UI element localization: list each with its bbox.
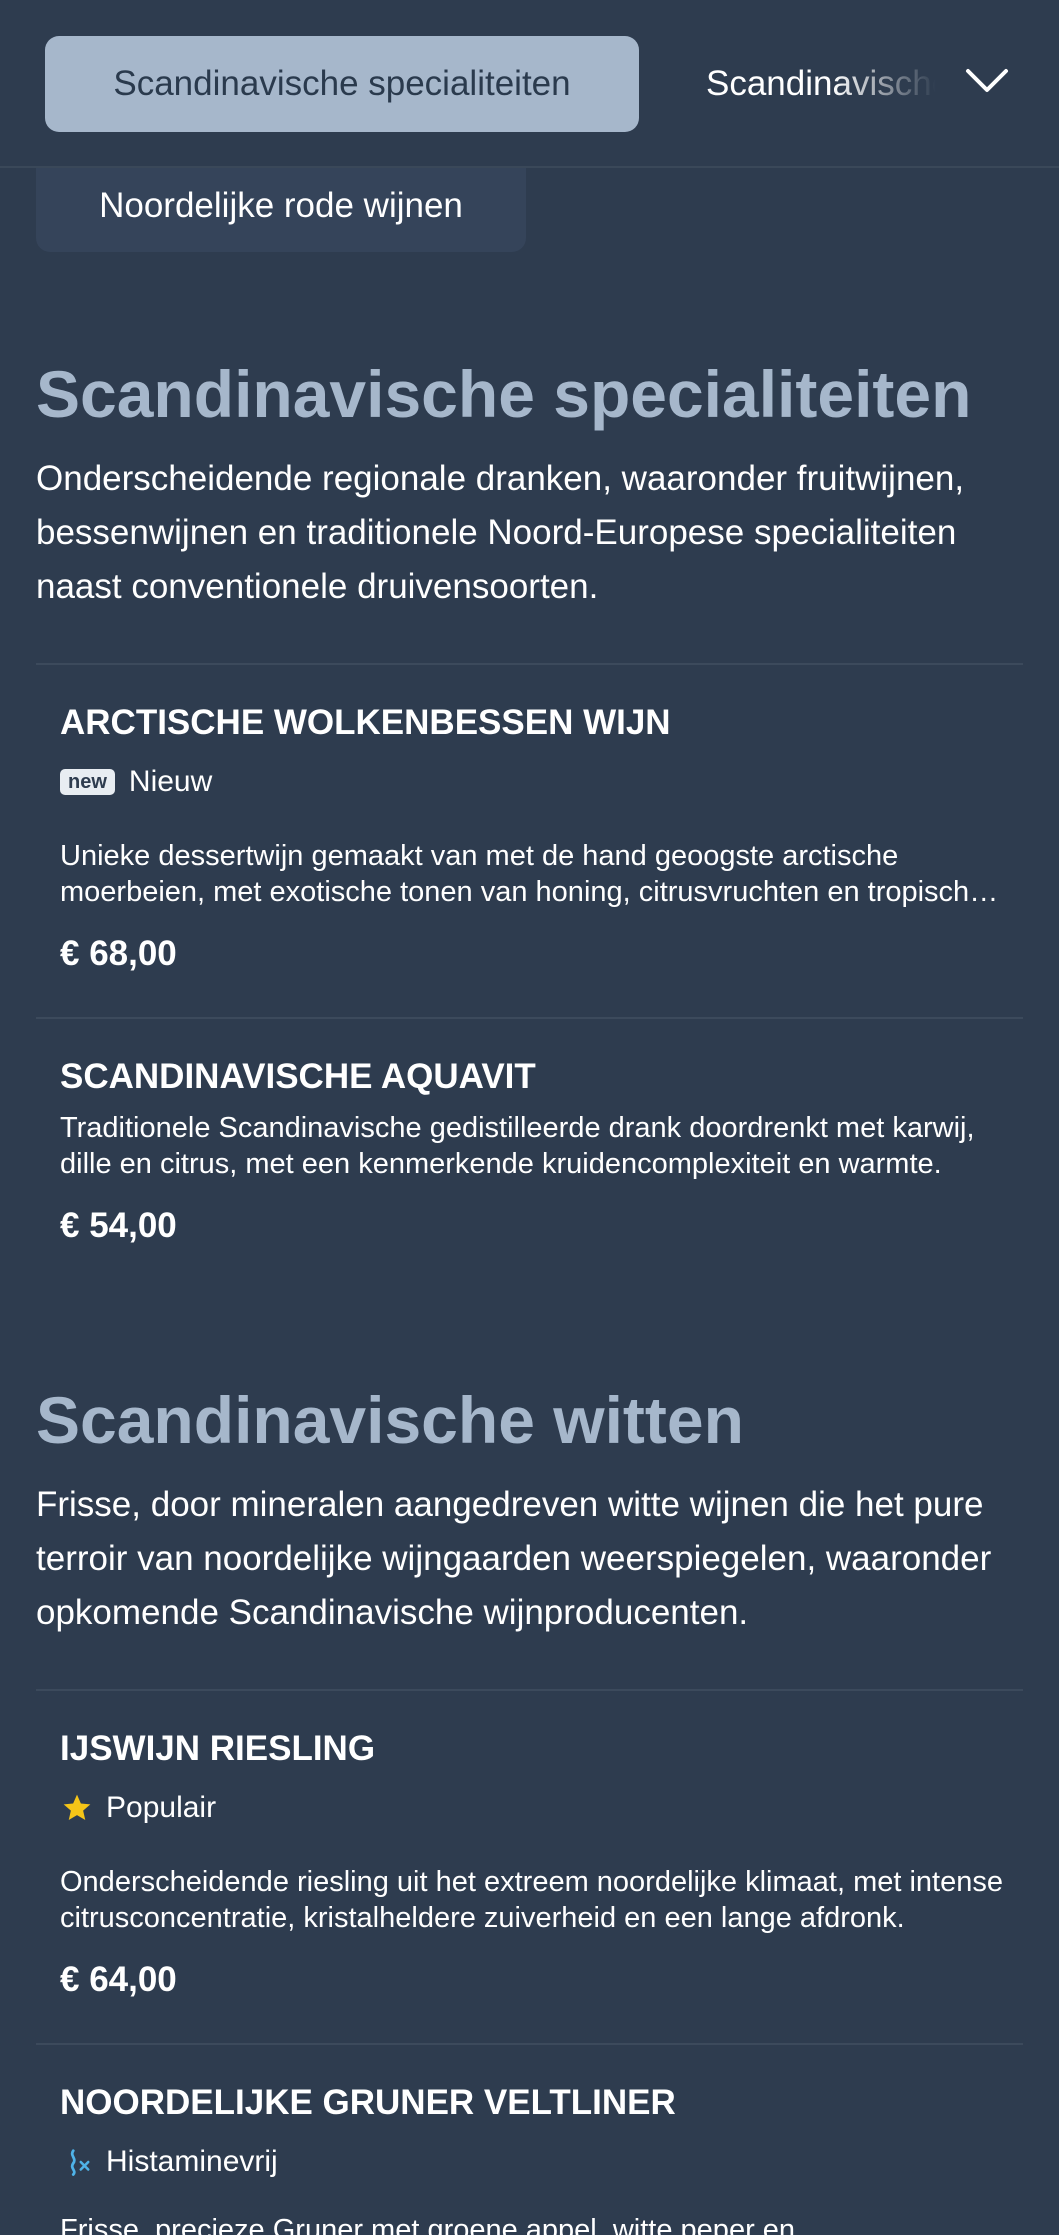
category-nav: Scandinavische specialiteiten Scandinavi… [0,0,1059,168]
category-tab-label: Scandinavische specialiteiten [113,64,571,103]
section-description: Onderscheidende regionale dranken, waaro… [36,459,965,606]
divider [36,2043,1023,2045]
item-tag-label: Populair [106,1791,217,1824]
category-tab-secondary[interactable]: Noordelijke rode wijnen [36,160,526,252]
item-price: € 68,00 [60,934,177,973]
category-tab-active[interactable]: Scandinavische specialiteiten [45,36,639,132]
item-description: Onderscheidende riesling uit het extreem… [60,1866,1003,1934]
item-name: SCANDINAVISCHE AQUAVIT [60,1057,536,1096]
item-price: € 54,00 [60,1206,177,1245]
item-description: Frisse, precieze Gruner met groene appel… [60,2214,796,2235]
chevron-down-icon[interactable] [962,56,1012,106]
divider [36,663,1023,665]
item-tag-label: Nieuw [128,765,213,798]
item-description: Traditionele Scandinavische gedistilleer… [60,1112,975,1180]
item-name: ARCTISCHE WOLKENBESSEN WIJN [60,703,671,742]
new-badge-icon: new [60,769,115,795]
item-price: € 64,00 [60,1960,177,1999]
item-tag-label: Histaminevrij [106,2145,278,2178]
section-title: Scandinavische specialiteiten [36,357,972,431]
item-name: IJSWIJN RIESLING [60,1729,376,1768]
category-tab-label: Noordelijke rode wijnen [99,186,463,225]
category-tab-label: Scandinavische witten [706,64,936,103]
item-name: NOORDELIJKE GRUNER VELTLINER [60,2083,676,2122]
menu-page: Scandinavische specialiteiten Scandinavi… [0,0,1059,2235]
histamine-free-icon [60,2145,94,2179]
item-description: Unieke dessertwijn gemaakt van met de ha… [60,840,970,908]
divider [36,1017,1023,1019]
item-tag: Histaminevrij [60,2145,278,2179]
item-tag: new Nieuw [60,765,212,799]
star-icon [60,1791,94,1825]
section-title: Scandinavische witten [36,1383,744,1457]
divider [36,1689,1023,1691]
category-tab-next[interactable]: Scandinavische witten [706,36,936,132]
item-tag: Populair [60,1791,216,1825]
section-description: Frisse, door mineralen aangedreven witte… [36,1485,992,1632]
